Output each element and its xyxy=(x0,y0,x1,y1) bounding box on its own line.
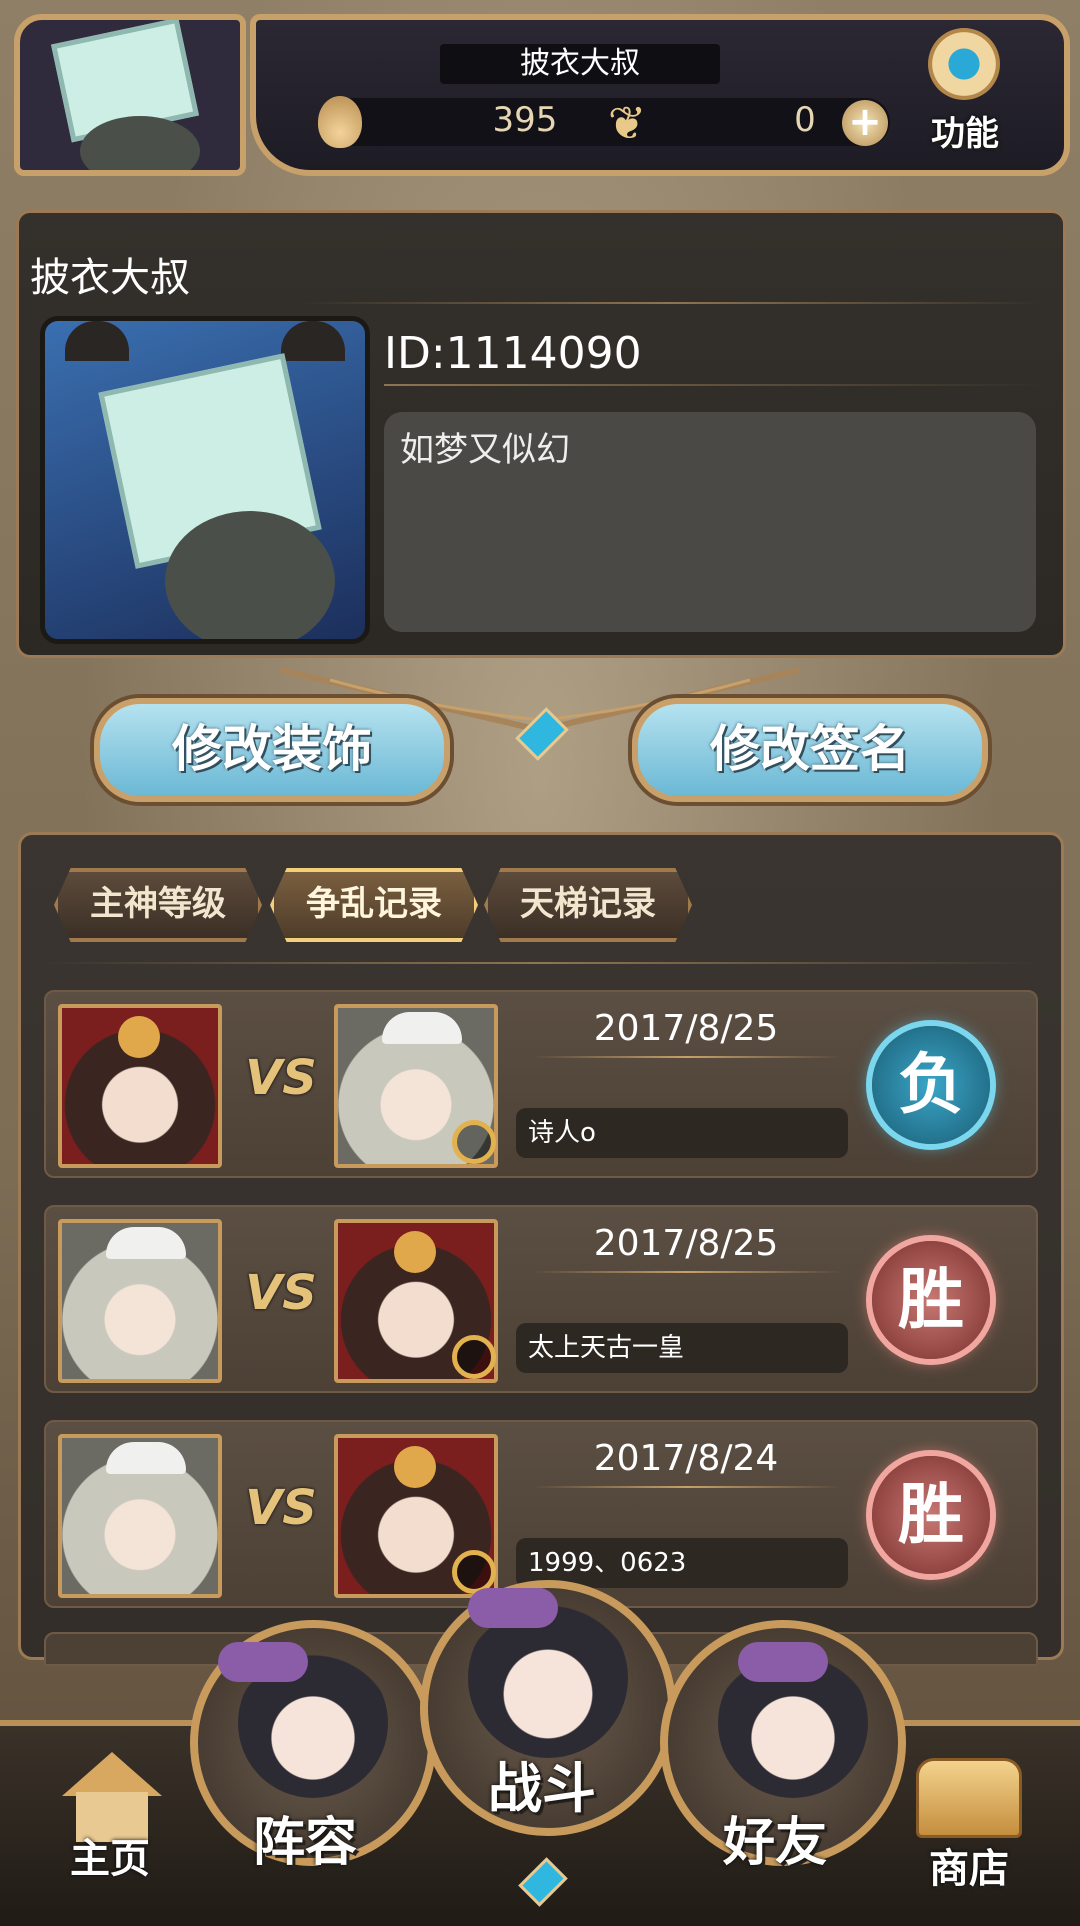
player-avatar[interactable] xyxy=(14,14,246,176)
player-name: 披衣大叔 xyxy=(440,44,720,84)
butterfly-currency-value: 0 xyxy=(794,100,816,140)
record-row: VS 2017/8/25 太上天古一皇 胜 xyxy=(44,1205,1038,1393)
butterfly-icon: ❦ xyxy=(607,96,647,150)
opponent-name: 诗人o xyxy=(516,1108,848,1158)
edit-decoration-button[interactable]: 修改装饰 xyxy=(94,698,450,802)
player-hero-portrait xyxy=(58,1004,222,1168)
gear-icon[interactable] xyxy=(928,28,1000,100)
bow-decoration xyxy=(468,1588,558,1628)
search-icon[interactable] xyxy=(452,1120,496,1164)
result-badge: 胜 xyxy=(872,1241,990,1359)
record-date: 2017/8/25 xyxy=(593,1223,779,1264)
treasure-chest-icon[interactable] xyxy=(916,1758,1022,1838)
function-button[interactable]: 功能 xyxy=(920,106,1010,155)
divider xyxy=(384,384,1044,386)
divider xyxy=(532,1486,842,1488)
nav-friends[interactable]: 好友 xyxy=(690,1800,860,1875)
avatar-hair xyxy=(80,116,200,170)
nav-lineup[interactable]: 阵容 xyxy=(220,1800,390,1875)
tab-melee-record[interactable]: 争乱记录 xyxy=(270,868,478,942)
edit-signature-button[interactable]: 修改签名 xyxy=(632,698,988,802)
add-currency-button[interactable]: + xyxy=(842,100,888,146)
player-id: ID:1114090 xyxy=(384,328,642,379)
profile-name: 披衣大叔 xyxy=(30,255,190,301)
profile-portrait[interactable] xyxy=(40,316,370,644)
flame-currency-value: 395 xyxy=(492,100,558,140)
nav-battle[interactable]: 战斗 xyxy=(452,1744,632,1823)
divider xyxy=(40,962,1040,964)
vs-label: VS xyxy=(245,1480,317,1536)
search-icon[interactable] xyxy=(452,1335,496,1379)
tab-god-level[interactable]: 主神等级 xyxy=(54,868,262,942)
nav-shop[interactable]: 商店 xyxy=(914,1836,1024,1894)
tab-ladder-record[interactable]: 天梯记录 xyxy=(484,868,692,942)
nav-home[interactable]: 主页 xyxy=(50,1826,170,1884)
frame-ear-left xyxy=(65,321,129,361)
divider xyxy=(300,302,1040,304)
record-date: 2017/8/25 xyxy=(593,1008,779,1049)
record-date: 2017/8/24 xyxy=(593,1438,779,1479)
player-hero-portrait xyxy=(58,1219,222,1383)
divider xyxy=(532,1271,842,1273)
record-row: VS 2017/8/25 诗人o 负 xyxy=(44,990,1038,1178)
result-badge: 胜 xyxy=(872,1456,990,1574)
signature-text: 如梦又似幻 xyxy=(400,430,570,470)
flame-icon xyxy=(318,96,362,148)
vs-label: VS xyxy=(245,1265,317,1321)
bow-decoration xyxy=(218,1642,308,1682)
bow-decoration xyxy=(738,1642,828,1682)
vs-label: VS xyxy=(245,1050,317,1106)
player-hero-portrait xyxy=(58,1434,222,1598)
result-badge: 负 xyxy=(872,1026,990,1144)
frame-ear-right xyxy=(281,321,345,361)
portrait-hair xyxy=(165,511,335,639)
divider xyxy=(532,1056,842,1058)
opponent-name: 太上天古一皇 xyxy=(516,1323,848,1373)
house-roof xyxy=(62,1752,162,1796)
